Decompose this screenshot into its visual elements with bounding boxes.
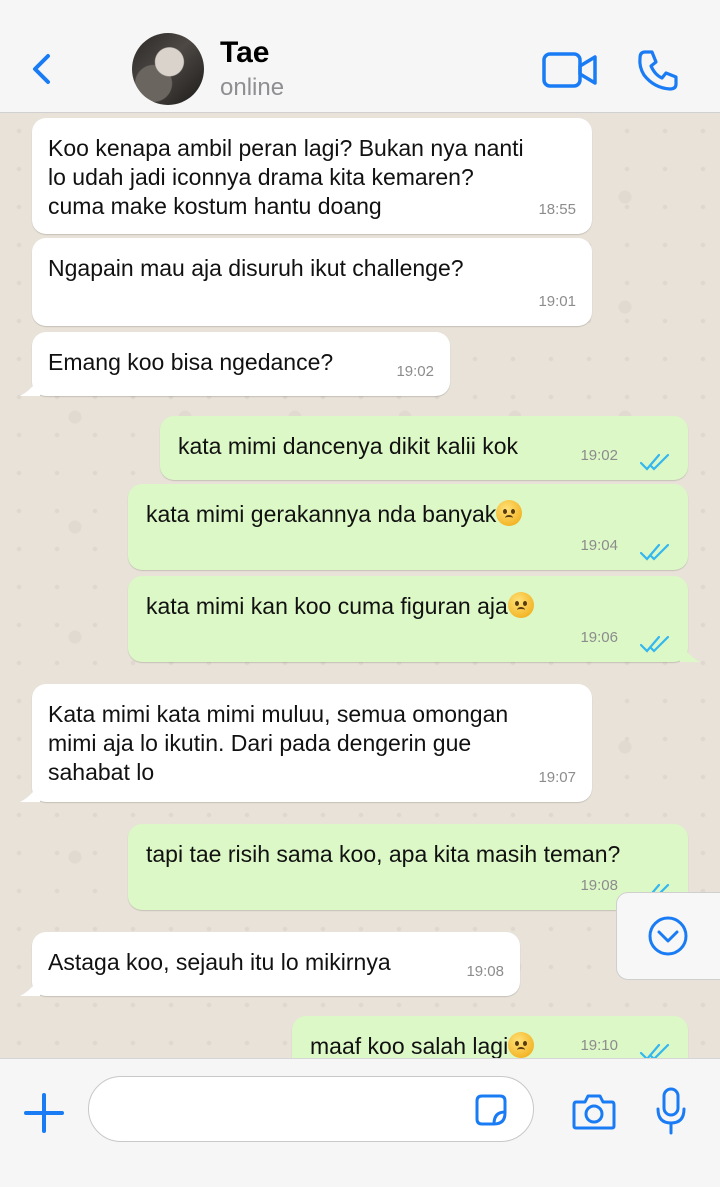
message-composer bbox=[0, 1058, 720, 1187]
message-incoming[interactable]: Astaga koo, sejauh itu lo mikirnya 19:08 bbox=[20, 932, 520, 996]
message-outgoing[interactable]: kata mimi gerakannya nda banyak 19:04 bbox=[128, 484, 688, 570]
bubble-tail bbox=[20, 976, 40, 996]
contact-status: online bbox=[220, 74, 285, 101]
message-time: 19:07 bbox=[538, 769, 576, 786]
double-check-icon bbox=[639, 1043, 670, 1058]
message-text: Kata mimi kata mimi muluu, semua omongan… bbox=[48, 701, 509, 785]
message-time: 19:10 bbox=[580, 1037, 618, 1054]
plus-icon[interactable] bbox=[22, 1091, 66, 1135]
message-text: kata mimi kan koo cuma figuran aja bbox=[146, 592, 670, 621]
message-outgoing[interactable]: tapi tae risih sama koo, apa kita masih … bbox=[128, 824, 688, 910]
contact-name[interactable]: Tae bbox=[220, 36, 269, 70]
double-check-icon bbox=[639, 453, 670, 471]
bubble-tail bbox=[680, 642, 700, 662]
message-text-content: maaf koo salah lagi bbox=[310, 1033, 509, 1058]
message-time: 19:06 bbox=[580, 629, 618, 646]
message-time: 19:08 bbox=[466, 963, 504, 980]
message-outgoing[interactable]: kata mimi dancenya dikit kalii kok 19:02 bbox=[160, 416, 688, 480]
bubble-tail bbox=[20, 782, 40, 802]
message-text: Emang koo bisa ngedance? bbox=[48, 349, 334, 375]
message-text: Ngapain mau aja disuruh ikut challenge? bbox=[48, 255, 464, 281]
message-text: tapi tae risih sama koo, apa kita masih … bbox=[146, 841, 621, 867]
message-time: 19:04 bbox=[580, 537, 618, 554]
scroll-to-bottom-button[interactable] bbox=[616, 892, 720, 980]
message-text-content: kata mimi kan koo cuma figuran aja bbox=[146, 593, 508, 619]
chevron-down-circle-icon bbox=[648, 916, 688, 956]
sticker-icon[interactable] bbox=[474, 1093, 508, 1127]
thinking-face-icon bbox=[496, 500, 523, 526]
message-time: 19:02 bbox=[396, 363, 434, 380]
message-text: Koo kenapa ambil peran lagi? Bukan nya n… bbox=[48, 135, 524, 219]
contact-avatar[interactable] bbox=[132, 33, 204, 105]
message-incoming[interactable]: Emang koo bisa ngedance? 19:02 bbox=[20, 332, 450, 396]
message-time: 19:08 bbox=[580, 877, 618, 894]
message-incoming[interactable]: Ngapain mau aja disuruh ikut challenge? … bbox=[32, 238, 592, 326]
message-input[interactable] bbox=[88, 1076, 534, 1142]
message-text-content: kata mimi gerakannya nda banyak bbox=[146, 501, 497, 527]
message-text: Astaga koo, sejauh itu lo mikirnya bbox=[48, 949, 391, 975]
chat-messages[interactable]: Koo kenapa ambil peran lagi? Bukan nya n… bbox=[0, 112, 720, 1058]
chat-header: Tae online bbox=[0, 0, 720, 113]
message-outgoing[interactable]: maaf koo salah lagi 19:10 bbox=[292, 1016, 688, 1058]
message-time: 19:02 bbox=[580, 447, 618, 464]
message-incoming[interactable]: Koo kenapa ambil peran lagi? Bukan nya n… bbox=[32, 118, 592, 234]
frowning-face-icon bbox=[507, 592, 534, 618]
message-time: 19:01 bbox=[538, 293, 576, 310]
bubble-tail bbox=[20, 376, 40, 396]
sad-relieved-face-icon bbox=[508, 1032, 535, 1058]
double-check-icon bbox=[639, 543, 670, 561]
video-camera-icon[interactable] bbox=[542, 50, 598, 90]
message-text: kata mimi gerakannya nda banyak bbox=[146, 500, 670, 529]
message-time: 18:55 bbox=[538, 201, 576, 218]
message-incoming[interactable]: Kata mimi kata mimi muluu, semua omongan… bbox=[20, 684, 592, 802]
microphone-icon[interactable] bbox=[654, 1087, 688, 1135]
camera-icon[interactable] bbox=[572, 1093, 616, 1131]
phone-icon[interactable] bbox=[636, 48, 680, 92]
double-check-icon bbox=[639, 635, 670, 653]
back-icon[interactable] bbox=[26, 46, 60, 92]
message-outgoing[interactable]: kata mimi kan koo cuma figuran aja 19:06 bbox=[128, 576, 700, 662]
